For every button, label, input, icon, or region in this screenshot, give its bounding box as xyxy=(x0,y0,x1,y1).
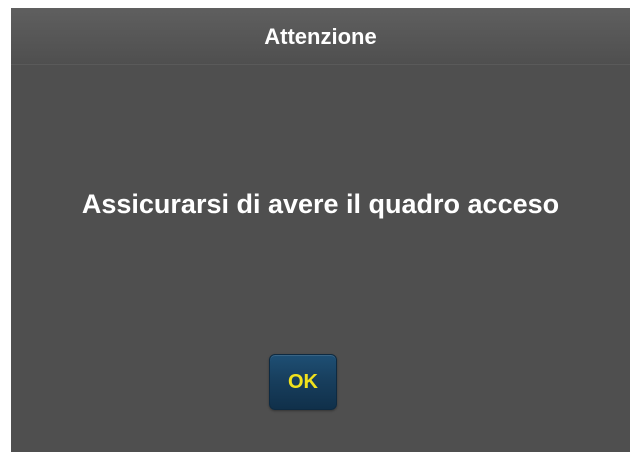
alert-dialog: Attenzione Assicurarsi di avere il quadr… xyxy=(11,8,630,452)
dialog-title: Attenzione xyxy=(264,24,377,49)
dialog-header: Attenzione xyxy=(11,8,630,65)
ok-button-label: OK xyxy=(288,371,318,393)
dialog-message: Assicurarsi di avere il quadro acceso xyxy=(81,189,560,219)
ok-button[interactable]: OK xyxy=(269,354,337,410)
